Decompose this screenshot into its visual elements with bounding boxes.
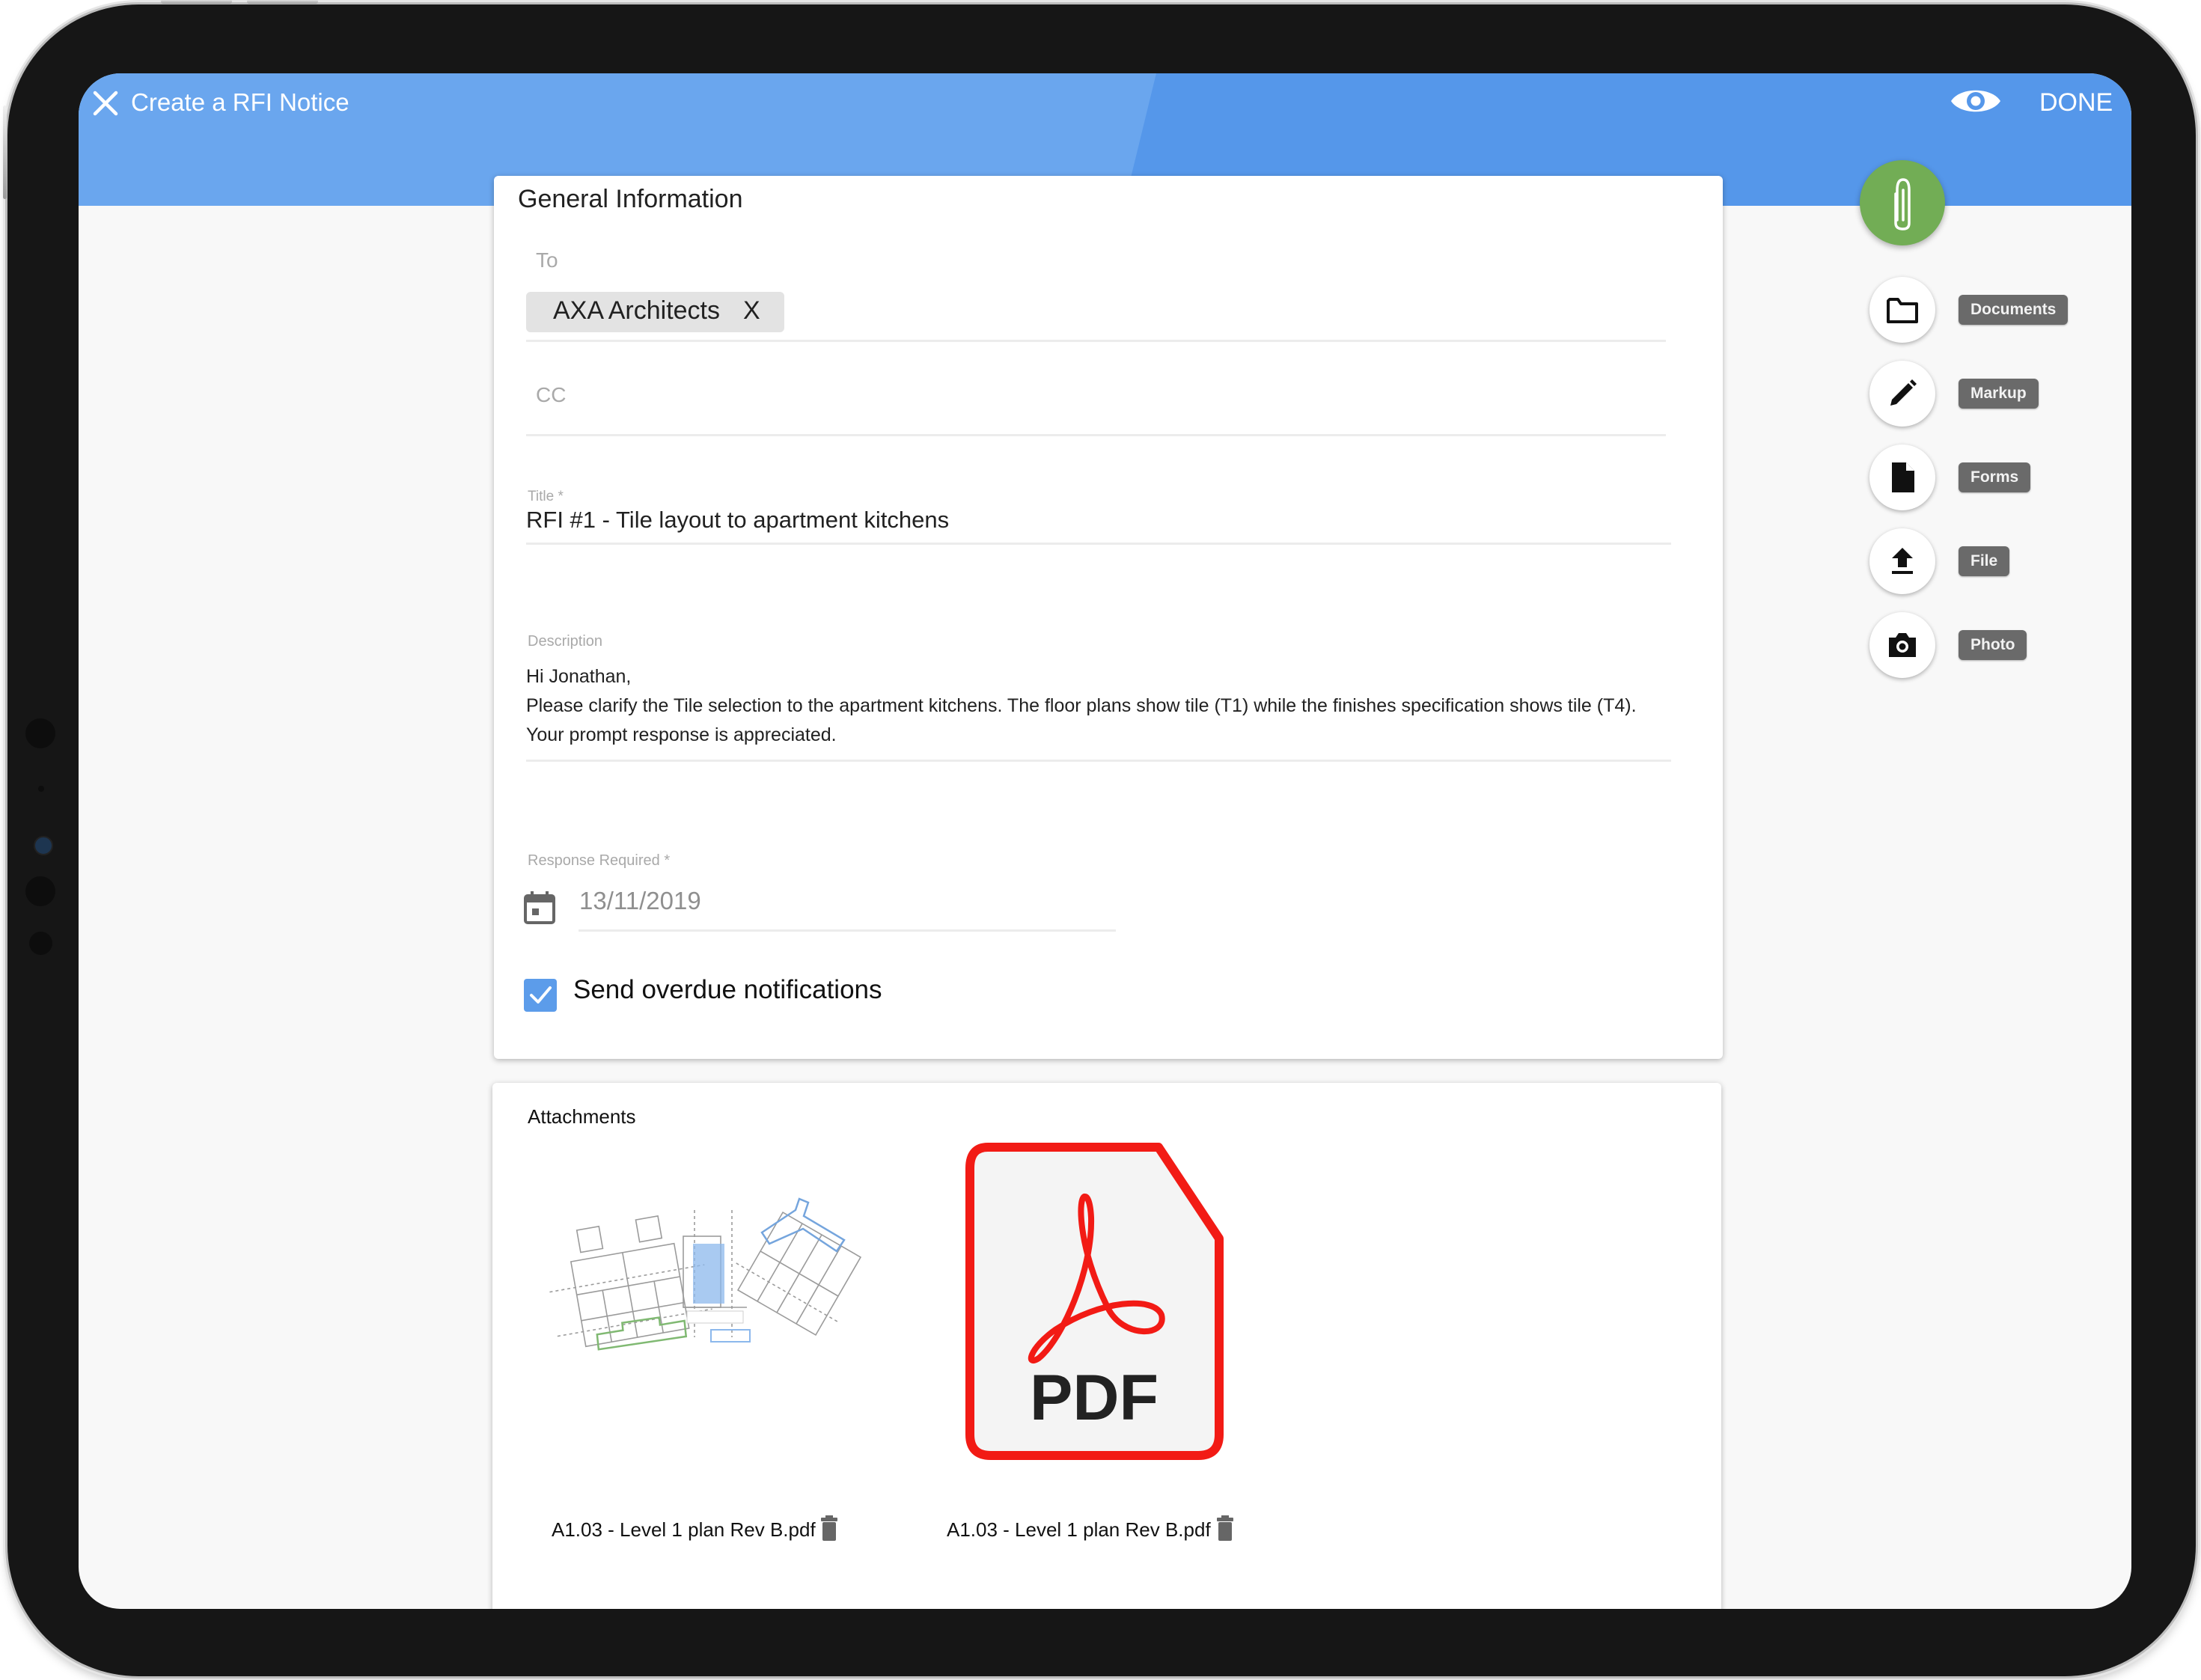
folder-icon xyxy=(1887,298,1918,323)
attach-fab[interactable] xyxy=(1860,160,1945,245)
pencil-icon xyxy=(1890,379,1917,406)
forms-action-label[interactable]: Forms xyxy=(1959,462,2031,492)
eye-icon xyxy=(1951,90,2000,112)
file-action-label[interactable]: File xyxy=(1959,546,2010,576)
documents-action-button[interactable] xyxy=(1869,277,1935,343)
description-line[interactable]: Hi Jonathan, xyxy=(526,666,631,688)
sensor xyxy=(25,876,55,906)
recipient-name: AXA Architects xyxy=(553,296,720,325)
markup-action-button[interactable] xyxy=(1869,361,1935,427)
calendar-icon[interactable] xyxy=(523,891,556,925)
attachment-thumbnail[interactable] xyxy=(537,1188,867,1367)
description-line[interactable]: Please clarify the Tile selection to the… xyxy=(526,695,1637,717)
trash-icon[interactable] xyxy=(1216,1515,1234,1541)
pdf-file-icon: PDF xyxy=(965,1143,1224,1460)
general-information-card: General Information To AXA Architects X … xyxy=(494,176,1723,1059)
description-underline xyxy=(526,760,1671,762)
response-date-input[interactable]: 13/11/2019 xyxy=(579,887,701,915)
camera-icon xyxy=(1889,633,1916,657)
cc-input[interactable] xyxy=(526,333,1666,436)
attachment-filename[interactable]: A1.03 - Level 1 plan Rev B.pdf xyxy=(552,1518,816,1542)
forms-action-button[interactable] xyxy=(1869,445,1935,510)
trash-icon[interactable] xyxy=(820,1515,838,1541)
response-required-label: Response Required * xyxy=(528,852,671,869)
page-title: Create a RFI Notice xyxy=(131,88,349,116)
sensor xyxy=(29,932,52,955)
sensor xyxy=(38,786,44,792)
close-button[interactable] xyxy=(89,87,122,120)
attachment-pdf[interactable]: PDF xyxy=(965,1143,1224,1461)
document-icon xyxy=(1892,462,1914,492)
preview-button[interactable] xyxy=(1950,84,2002,118)
title-label: Title * xyxy=(528,489,564,504)
photo-action-label[interactable]: Photo xyxy=(1959,630,2027,660)
title-input[interactable]: RFI #1 - Tile layout to apartment kitche… xyxy=(526,507,949,534)
app-screen: Create a RFI Notice DONE General Informa… xyxy=(79,73,2131,1609)
title-underline xyxy=(526,543,1671,545)
overdue-notifications-checkbox[interactable] xyxy=(524,979,557,1012)
side-button xyxy=(3,106,7,199)
done-button[interactable]: DONE xyxy=(2039,84,2113,121)
checkmark-icon xyxy=(530,986,552,1004)
date-underline xyxy=(579,929,1116,932)
volume-up-button xyxy=(161,0,232,4)
section-title: General Information xyxy=(518,185,743,213)
photo-action-button[interactable] xyxy=(1869,612,1935,678)
volume-down-button xyxy=(247,0,318,4)
markup-action-label[interactable]: Markup xyxy=(1959,379,2039,409)
description-line[interactable]: Your prompt response is appreciated. xyxy=(526,724,837,746)
documents-action-label[interactable]: Documents xyxy=(1959,295,2069,325)
pdf-label: PDF xyxy=(1030,1362,1158,1434)
upload-icon xyxy=(1892,548,1913,574)
description-label: Description xyxy=(528,633,603,650)
sensor xyxy=(25,718,55,748)
close-icon xyxy=(93,91,118,116)
recipient-chip[interactable]: AXA Architects X xyxy=(526,292,784,332)
attachments-title: Attachments xyxy=(528,1105,636,1128)
front-camera xyxy=(34,836,53,855)
floor-plan-thumbnail xyxy=(549,1197,862,1351)
paperclip-icon xyxy=(1894,178,1911,230)
overdue-notifications-label[interactable]: Send overdue notifications xyxy=(573,975,882,1005)
file-action-button[interactable] xyxy=(1869,528,1935,594)
remove-recipient-button[interactable]: X xyxy=(743,296,760,326)
to-label: To xyxy=(536,248,558,272)
attachments-card: Attachments A1.03 - Level 1 plan Rev B.p… xyxy=(492,1083,1721,1609)
attachment-filename[interactable]: A1.03 - Level 1 plan Rev B.pdf xyxy=(947,1518,1211,1542)
